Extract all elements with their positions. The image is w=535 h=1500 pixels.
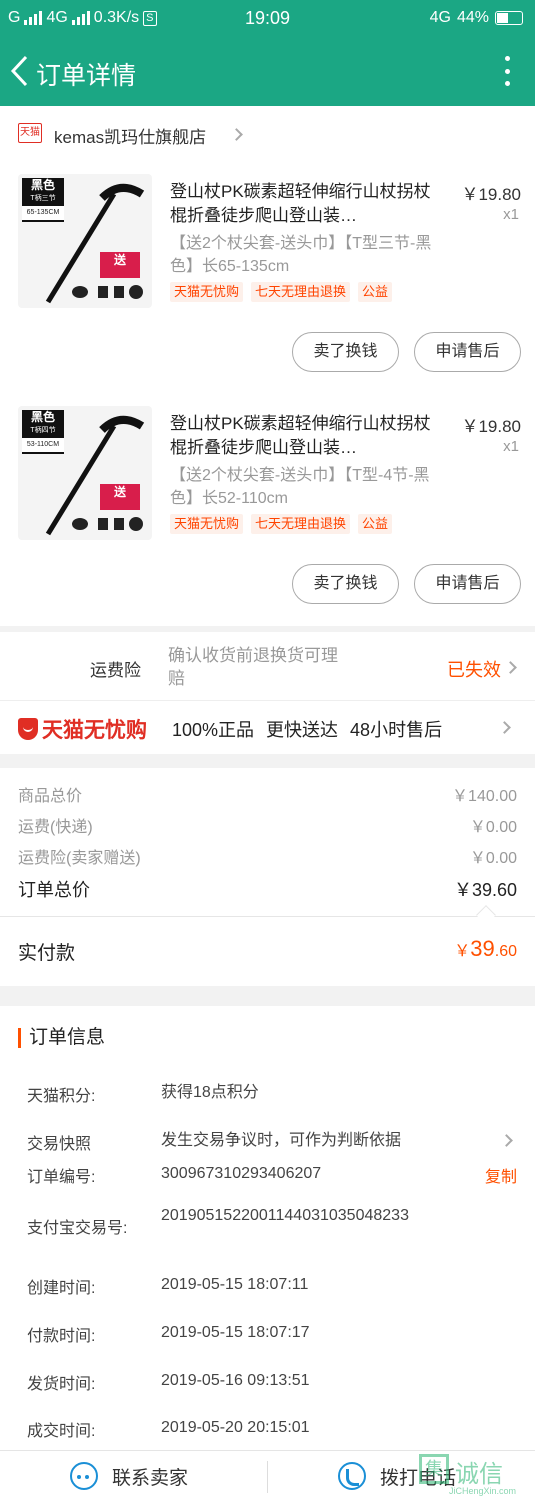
item-quantity: x1 <box>503 206 519 223</box>
service-tag: 公益 <box>358 282 393 302</box>
after-sale-button[interactable]: 申请售后 <box>414 332 521 372</box>
watermark-logo: 集 诚信 JiCHengXin.com <box>419 1452 529 1498</box>
order-info-section: 订单信息 天猫积分: 获得18点积分 交易快照 发生交易争议时，可作为判断依据 订单… <box>0 1006 535 1450</box>
page-title: 订单详情 <box>36 62 137 90</box>
status-right: 4G 44% <box>430 9 523 27</box>
order-total-row: 订单总价 ￥39.60 <box>18 880 517 900</box>
thumb-gift-tag: 送 <box>100 484 140 510</box>
summary-row: 商品总价 ￥140.00 <box>18 788 517 805</box>
freight-insurance-status: 已失效 <box>447 660 501 680</box>
item-sku: 【送2个杖尖套-送头巾】【T型三节-黑色】长65-135cm <box>170 235 432 275</box>
worry-free-features: 100%正品 更快送达 48小时售后 <box>172 716 442 742</box>
sell-button[interactable]: 卖了换钱 <box>292 564 399 604</box>
chevron-right-icon <box>498 721 511 734</box>
chevron-right-icon <box>230 128 243 141</box>
service-tag: 七天无理由退换 <box>251 514 351 534</box>
feature-label: 更快送达 <box>266 720 339 740</box>
battery-icon <box>495 11 523 25</box>
paid-amount: ￥39.60 <box>454 936 517 961</box>
chevron-left-icon[interactable] <box>8 54 32 88</box>
item-title[interactable]: 登山杖PK碳素超轻伸缩行山杖拐杖棍折叠徒步爬山登山装… <box>170 412 432 460</box>
divider <box>0 916 535 917</box>
service-tag: 天猫无忧购 <box>170 282 244 302</box>
feature-label: 100%正品 <box>172 720 255 740</box>
copy-button[interactable]: 复制 <box>485 1163 517 1187</box>
thumb-gift-tag: 送 <box>100 252 140 278</box>
chevron-right-icon <box>504 661 517 674</box>
item-title[interactable]: 登山杖PK碳素超轻伸缩行山杖拐杖棍折叠徒步爬山登山装… <box>170 180 432 228</box>
product-thumbnail[interactable]: 黑色 T柄三节 65-135CM 送 <box>18 174 152 308</box>
paid-label: 实付款 <box>18 943 76 964</box>
freight-insurance-label: 运费险 <box>90 661 141 680</box>
thumb-color-tag: 黑色 T柄四节 53-110CM <box>22 410 64 454</box>
phone-icon <box>338 1462 366 1490</box>
order-item[interactable]: 黑色 T柄三节 65-135CM 送 登山杖PK碳素超轻伸缩行山杖拐杖棍折叠徒步… <box>0 162 535 394</box>
worry-free-banner[interactable]: 天猫无忧购 100%正品 更快送达 48小时售后 <box>0 700 535 754</box>
service-tag: 七天无理由退换 <box>251 282 351 302</box>
freight-insurance-row[interactable]: 运费险 确认收货前退换货可理赔 已失效 <box>0 632 535 700</box>
network-label-right: 4G <box>429 9 451 26</box>
chevron-right-icon <box>500 1134 513 1147</box>
summary-row: 运费险(卖家赠送) ￥0.00 <box>18 850 517 867</box>
divider <box>267 1461 268 1493</box>
price-summary: 商品总价 ￥140.00 运费(快递) ￥0.00 运费险(卖家赠送) ￥0.00 订… <box>0 768 535 986</box>
thumb-color-tag: 黑色 T柄三节 65-135CM <box>22 178 64 222</box>
after-sale-button[interactable]: 申请售后 <box>414 564 521 604</box>
order-item[interactable]: 黑色 T柄四节 53-110CM 送 登山杖PK碳素超轻伸缩行山杖拐杖棍折叠徒步… <box>0 394 535 626</box>
summary-row: 运费(快递) ￥0.00 <box>18 819 517 836</box>
shop-name[interactable]: kemas凯玛仕旗舰店 <box>54 123 206 148</box>
divider-notch <box>476 905 496 925</box>
tmall-badge: 天猫 <box>18 123 42 143</box>
more-vertical-icon[interactable] <box>503 56 511 86</box>
feature-label: 48小时售后 <box>350 720 443 740</box>
contact-seller-button[interactable]: 联系卖家 <box>70 1451 188 1500</box>
item-sku: 【送2个杖尖套-送头巾】【T型-4节-黑色】长52-110cm <box>170 467 430 507</box>
chat-icon <box>70 1462 98 1490</box>
status-bar: G 4G 0.3K/s S 19:09 4G 44% <box>0 0 535 36</box>
item-price: ￥19.80 <box>461 417 521 436</box>
sell-button[interactable]: 卖了换钱 <box>292 332 399 372</box>
section-heading: 订单信息 <box>18 1028 105 1048</box>
item-price: ￥19.80 <box>461 185 521 204</box>
product-thumbnail[interactable]: 黑色 T柄四节 53-110CM 送 <box>18 406 152 540</box>
battery-percent: 44% <box>456 9 489 26</box>
worry-free-logo: 天猫无忧购 <box>18 714 147 744</box>
item-quantity: x1 <box>503 438 519 455</box>
service-tags: 天猫无忧购 七天无理由退换 公益 <box>170 282 393 302</box>
service-tags: 天猫无忧购 七天无理由退换 公益 <box>170 514 393 534</box>
shop-row[interactable]: 天猫 kemas凯玛仕旗舰店 <box>0 106 535 162</box>
service-tag: 天猫无忧购 <box>170 514 244 534</box>
service-tag: 公益 <box>358 514 393 534</box>
shield-icon <box>18 718 38 740</box>
nav-bar: 订单详情 <box>0 36 535 106</box>
freight-insurance-desc: 确认收货前退换货可理赔 <box>168 646 338 688</box>
